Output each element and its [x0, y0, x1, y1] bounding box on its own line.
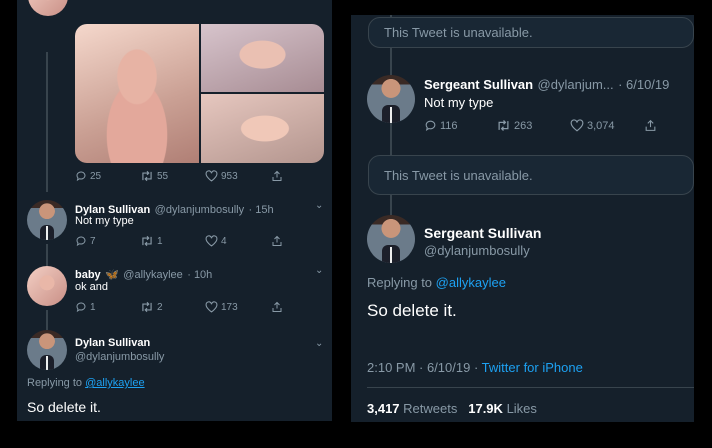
chevron-down-icon[interactable]: ⌄	[315, 338, 323, 349]
reply-icon	[76, 171, 86, 182]
left-screenshot: 25 55 953 Dylan Sullivan @dylanjumbosull…	[17, 0, 332, 421]
tweet-text: ok and	[75, 281, 109, 293]
chevron-down-icon[interactable]: ⌄	[315, 200, 323, 211]
avatar[interactable]	[27, 266, 67, 306]
thread-line	[46, 310, 48, 330]
reply-button[interactable]: 116	[424, 119, 458, 132]
reply-icon	[76, 236, 86, 247]
retweet-button[interactable]: 263	[496, 119, 532, 132]
retweet-icon	[142, 235, 152, 247]
like-icon	[570, 119, 584, 132]
like-icon	[205, 170, 218, 182]
replying-to: Replying to @allykaylee	[27, 377, 145, 389]
timestamp[interactable]: · 15h	[249, 204, 274, 216]
right-screenshot: This Tweet is unavailable. Sergeant Sull…	[351, 15, 694, 422]
chevron-down-icon[interactable]: ⌄	[315, 265, 323, 276]
media-photo[interactable]	[201, 94, 324, 163]
display-name[interactable]: Dylan Sullivan	[75, 337, 150, 349]
share-button[interactable]	[271, 170, 286, 182]
retweet-icon	[498, 120, 509, 131]
timestamp[interactable]: 2:10 PM · 6/10/19 ·	[367, 360, 478, 375]
mention-link[interactable]: @allykaylee	[436, 275, 506, 290]
like-icon	[205, 301, 218, 313]
display-name[interactable]: Sergeant Sullivan	[424, 77, 533, 92]
butterfly-emoji: 🦋	[105, 269, 119, 281]
share-button[interactable]	[271, 301, 286, 313]
tweet-text: So delete it.	[367, 301, 457, 320]
thread-line	[46, 52, 48, 192]
tweet-metadata: 2:10 PM · 6/10/19 · Twitter for iPhone	[367, 360, 583, 375]
tweet-text: Not my type	[424, 95, 494, 110]
avatar[interactable]	[27, 330, 67, 370]
retweet-icon	[142, 301, 152, 313]
retweet-icon	[142, 170, 152, 182]
avatar[interactable]	[28, 0, 68, 16]
tweet-header: Sergeant Sullivan @dylanjum... · 6/10/19	[424, 76, 669, 94]
timestamp[interactable]: · 10h	[187, 269, 212, 281]
share-button[interactable]	[644, 119, 660, 132]
unavailable-tweet-notice: This Tweet is unavailable.	[368, 155, 694, 195]
mention-link[interactable]: @allykaylee	[85, 377, 144, 389]
like-button[interactable]: 173	[205, 301, 238, 313]
avatar[interactable]	[367, 75, 415, 123]
timestamp[interactable]: · 6/10/19	[618, 77, 669, 92]
source-link[interactable]: Twitter for iPhone	[482, 360, 583, 375]
tweet-media-grid[interactable]	[75, 24, 324, 163]
tweet-text: Not my type	[75, 215, 134, 227]
like-button[interactable]: 3,074	[570, 119, 615, 132]
thread-line	[46, 244, 48, 266]
share-button[interactable]	[271, 235, 286, 247]
like-icon	[205, 235, 218, 247]
avatar[interactable]	[367, 215, 415, 263]
share-icon	[272, 301, 282, 312]
share-icon	[645, 119, 656, 131]
user-handle[interactable]: @dylanjumbosully	[75, 351, 164, 363]
user-handle[interactable]: @dylanjum...	[538, 77, 614, 92]
reply-button[interactable]: 25	[75, 170, 101, 182]
like-button[interactable]: 953	[205, 170, 238, 182]
likes-stat[interactable]: 17.9K Likes	[468, 401, 537, 416]
engagement-stats: 3,417 Retweets 17.9K Likes	[367, 401, 537, 416]
tweet-text: So delete it.	[27, 399, 101, 415]
retweet-button[interactable]: 1	[140, 235, 163, 247]
display-name[interactable]: baby	[75, 269, 101, 281]
media-photo[interactable]	[201, 24, 324, 92]
display-name[interactable]: Sergeant Sullivan	[424, 225, 541, 241]
reply-icon	[76, 302, 86, 313]
share-icon	[272, 170, 282, 181]
user-handle[interactable]: @dylanjumbosully	[424, 243, 530, 258]
user-handle[interactable]: @dylanjumbosully	[155, 204, 244, 216]
user-handle[interactable]: @allykaylee	[123, 269, 182, 281]
avatar[interactable]	[27, 200, 67, 240]
reply-button[interactable]: 1	[75, 301, 96, 313]
retweets-stat[interactable]: 3,417 Retweets	[367, 401, 461, 416]
replying-to: Replying to @allykaylee	[367, 275, 506, 290]
reply-icon	[425, 120, 436, 132]
media-photo[interactable]	[75, 24, 199, 163]
reply-button[interactable]: 7	[75, 235, 96, 247]
retweet-button[interactable]: 55	[140, 170, 168, 182]
share-icon	[272, 235, 282, 246]
retweet-button[interactable]: 2	[140, 301, 163, 313]
divider	[367, 387, 694, 388]
unavailable-tweet-notice: This Tweet is unavailable.	[368, 17, 694, 48]
like-button[interactable]: 4	[205, 235, 227, 247]
